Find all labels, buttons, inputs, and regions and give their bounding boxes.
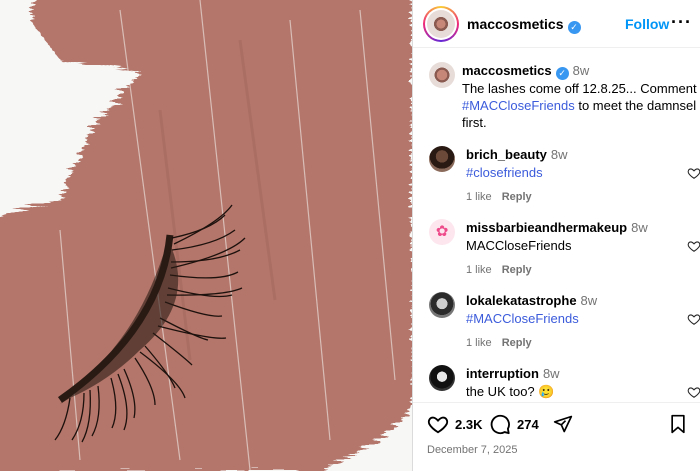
- comment-time: 8w: [631, 220, 648, 235]
- comment-likes[interactable]: 1 like: [466, 337, 492, 349]
- heart-icon[interactable]: [687, 385, 700, 399]
- comment-time: 8w: [550, 147, 568, 162]
- commenter-avatar[interactable]: ✿: [429, 219, 455, 245]
- follow-button[interactable]: Follow: [625, 16, 669, 32]
- heart-icon[interactable]: [687, 239, 700, 253]
- comment-action[interactable]: 274: [489, 413, 539, 435]
- post-date: December 7, 2025: [427, 444, 518, 456]
- caption-username[interactable]: maccosmetics: [462, 63, 552, 78]
- post-image[interactable]: [0, 0, 412, 471]
- bookmark-icon[interactable]: [669, 414, 687, 434]
- share-paper-plane-icon[interactable]: [553, 414, 573, 434]
- post-side-panel: maccosmetics ✓ Follow ··· maccosmetics ✓ 8w…: [412, 0, 700, 471]
- comment-text: the UK too? 🥲: [466, 384, 555, 399]
- lipstick-swatch-illustration: [0, 0, 412, 471]
- caption-time: 8w: [572, 63, 590, 78]
- commenter-avatar[interactable]: [429, 146, 455, 172]
- caption-text: The lashes come off 12.8.25... Comment: [462, 81, 697, 96]
- commenter-avatar[interactable]: [429, 365, 455, 391]
- comment-count[interactable]: 274: [517, 417, 539, 432]
- comment-username[interactable]: interruption: [466, 366, 539, 381]
- verified-badge-icon: ✓: [567, 21, 581, 34]
- comment-time: 8w: [542, 366, 560, 381]
- comment: lokalekatastrophe 8w #MACCloseFriends 1 l…: [429, 292, 700, 364]
- heart-icon[interactable]: [427, 413, 449, 435]
- comment-username[interactable]: brich_beauty: [466, 147, 547, 162]
- comment: brich_beauty 8w #closefriends 1 like Reply: [429, 146, 700, 218]
- comment-text[interactable]: #closefriends: [466, 164, 543, 182]
- commenter-avatar[interactable]: [429, 292, 455, 318]
- like-count[interactable]: 2.3K: [455, 417, 482, 432]
- header-username[interactable]: maccosmetics ✓: [467, 16, 581, 34]
- reply-button[interactable]: Reply: [502, 337, 532, 349]
- comment-likes[interactable]: 1 like: [466, 264, 492, 276]
- caption-hashtag[interactable]: #MACCloseFriends: [462, 98, 575, 113]
- like-action[interactable]: 2.3K: [427, 413, 482, 435]
- reply-button[interactable]: Reply: [502, 264, 532, 276]
- comment-likes[interactable]: 1 like: [466, 191, 492, 203]
- comment-time: 8w: [580, 293, 598, 308]
- caption-avatar[interactable]: [429, 62, 455, 88]
- comment-username[interactable]: lokalekatastrophe: [466, 293, 577, 308]
- heart-icon[interactable]: [687, 166, 700, 180]
- comment-text[interactable]: #MACCloseFriends: [466, 310, 579, 328]
- save-action[interactable]: [669, 413, 687, 435]
- share-action[interactable]: [553, 413, 573, 435]
- post-header: maccosmetics ✓ Follow ···: [413, 0, 700, 48]
- profile-avatar[interactable]: [423, 6, 459, 42]
- comment-text: MACCloseFriends: [466, 238, 572, 253]
- comment-bubble-icon[interactable]: [489, 413, 511, 435]
- more-dots-icon[interactable]: ···: [671, 12, 692, 33]
- heart-icon[interactable]: [687, 312, 700, 326]
- verified-badge-icon: ✓: [555, 67, 569, 80]
- reply-button[interactable]: Reply: [502, 191, 532, 203]
- comment-username[interactable]: missbarbieandhermakeup: [466, 220, 627, 235]
- comment: ✿ missbarbieandhermakeup 8w MACCloseFrien…: [429, 219, 700, 291]
- post-actions-bar: 2.3K 274 December 7, 2025: [413, 402, 700, 471]
